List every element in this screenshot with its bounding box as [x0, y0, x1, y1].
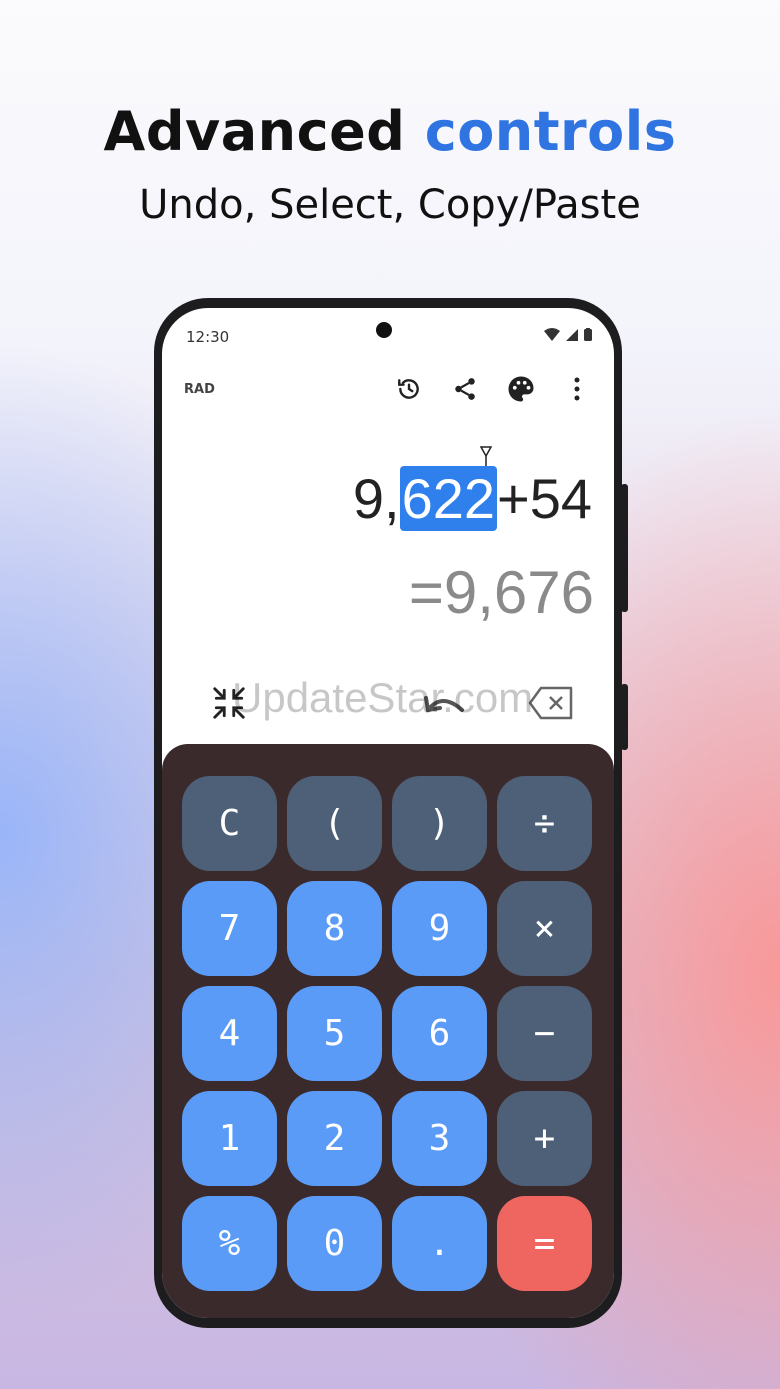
key-divide[interactable]: ÷ [497, 776, 592, 871]
toolbar [392, 372, 594, 406]
status-icons [544, 328, 592, 341]
key-one[interactable]: 1 [182, 1091, 277, 1186]
key-nine[interactable]: 9 [392, 881, 487, 976]
share-icon[interactable] [448, 372, 482, 406]
headline-part1: Advanced [103, 100, 406, 163]
key-equals[interactable]: = [497, 1196, 592, 1291]
phone-frame: 12:30 RAD 9, 622 +54 =9,676 UpdateStar.c… [154, 298, 628, 1328]
watermark-text: UpdateStar.com [232, 674, 534, 721]
key-five[interactable]: 5 [287, 986, 382, 1081]
key-multiply[interactable]: × [497, 881, 592, 976]
volume-button [621, 684, 628, 750]
key-two[interactable]: 2 [287, 1091, 382, 1186]
key-four[interactable]: 4 [182, 986, 277, 1081]
key-clear[interactable]: C [182, 776, 277, 871]
key-decimal[interactable]: . [392, 1196, 487, 1291]
keypad: C() ÷ 7 8 9 × 4 5 6− 1 2 3 +% 0. = [162, 744, 614, 1318]
key-three[interactable]: 3 [392, 1091, 487, 1186]
key-six[interactable]: 6 [392, 986, 487, 1081]
battery-icon [584, 328, 592, 341]
history-icon[interactable] [392, 372, 426, 406]
status-time: 12:30 [186, 328, 230, 346]
angle-mode-toggle[interactable]: RAD [184, 382, 215, 397]
result-display[interactable]: =9,676 [409, 558, 594, 627]
key-zero[interactable]: 0 [287, 1196, 382, 1291]
screen: 12:30 RAD 9, 622 +54 =9,676 UpdateStar.c… [162, 308, 614, 1318]
key-minus[interactable]: − [497, 986, 592, 1081]
expression-display[interactable]: 9, 622 +54 [353, 466, 592, 531]
more-vert-icon[interactable] [560, 372, 594, 406]
palette-icon[interactable] [504, 372, 538, 406]
power-button [621, 484, 628, 612]
expression-suffix: +54 [497, 467, 592, 530]
expression-selection[interactable]: 622 [399, 466, 497, 531]
key-grid: C() ÷ 7 8 9 × 4 5 6− 1 2 3 +% 0. = [182, 776, 592, 1291]
key-close-paren[interactable]: ) [392, 776, 487, 871]
key-seven[interactable]: 7 [182, 881, 277, 976]
front-camera [376, 322, 392, 338]
wifi-icon [544, 328, 560, 341]
subtitle: Undo, Select, Copy/Paste [139, 182, 641, 228]
key-plus[interactable]: + [497, 1091, 592, 1186]
signal-icon [566, 328, 578, 341]
headline-part2: controls [424, 100, 677, 163]
headline: Advanced controls [0, 100, 780, 163]
backspace-icon[interactable] [528, 686, 574, 720]
expression-prefix: 9, [352, 467, 400, 530]
key-percent[interactable]: % [182, 1196, 277, 1291]
key-open-paren[interactable]: ( [287, 776, 382, 871]
key-eight[interactable]: 8 [287, 881, 382, 976]
